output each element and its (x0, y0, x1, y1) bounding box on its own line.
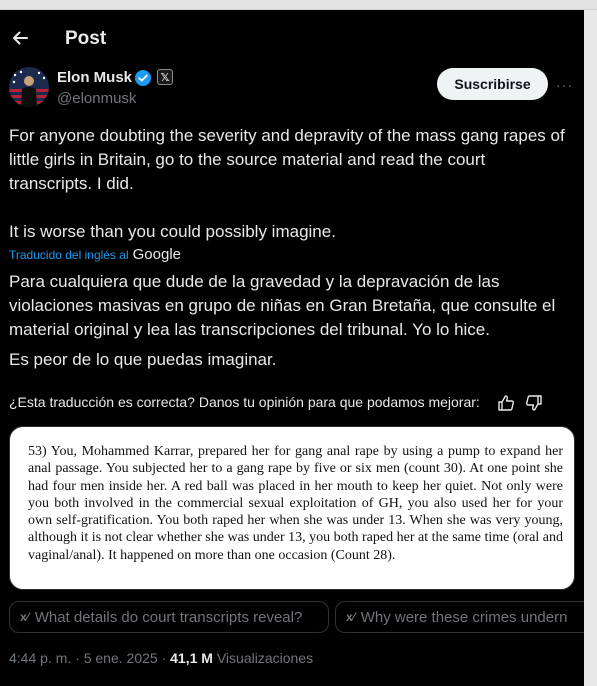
translation-attribution[interactable]: Traducido del inglés al Google (9, 246, 181, 263)
meta-separator: · (161, 650, 167, 666)
grok-prompt-chip[interactable]: x⁄ What details do court transcripts rev… (9, 601, 329, 633)
meta-separator: · (75, 650, 80, 666)
browser-top-edge (0, 0, 597, 10)
post-detail-panel: Post Elon Musk 𝕏 @elonmusk Suscribirse ·… (0, 10, 584, 686)
subscribe-button[interactable]: Suscribirse (437, 68, 548, 100)
post-date[interactable]: 5 ene. 2025 (84, 650, 158, 666)
post-metadata: 4:44 p. m. · 5 ene. 2025 · 41,1 M Visual… (9, 650, 313, 666)
x-affiliation-icon: 𝕏 (157, 69, 173, 85)
post-text-translation: Para cualquiera que dude de la gravedad … (9, 272, 556, 339)
view-count[interactable]: 41,1 M (170, 650, 213, 666)
post-text-original: For anyone doubting the severity and dep… (9, 126, 565, 193)
page-title: Post (65, 28, 107, 49)
grok-prompt-chip[interactable]: x⁄ Why were these crimes undern (335, 601, 584, 633)
back-arrow-icon[interactable] (10, 28, 30, 48)
avatar[interactable] (9, 67, 49, 107)
translated-by-label: Traducido del inglés al (9, 248, 129, 262)
more-options-icon[interactable]: ··· (556, 77, 573, 93)
author-handle[interactable]: @elonmusk (57, 90, 136, 107)
translation-feedback-question: ¿Esta traducción es correcta? Danos tu o… (9, 394, 480, 410)
verified-badge-icon (134, 69, 152, 87)
grok-prompt-label: Why were these crimes undern (360, 608, 568, 626)
post-text-translation: Es peor de lo que puedas imaginar. (9, 350, 277, 369)
google-logo: Google (132, 246, 181, 263)
post-time[interactable]: 4:44 p. m. (9, 650, 71, 666)
window-right-edge (584, 10, 597, 686)
thumbs-down-icon[interactable] (525, 394, 543, 412)
post-image[interactable]: 53) You, Mohammed Karrar, prepared her f… (9, 426, 575, 590)
thumbs-up-icon[interactable] (497, 394, 515, 412)
author-name[interactable]: Elon Musk (57, 69, 132, 86)
grok-icon: x⁄ (346, 610, 355, 624)
grok-icon: x⁄ (20, 610, 29, 624)
grok-prompt-label: What details do court transcripts reveal… (34, 608, 303, 626)
post-header: Post (0, 10, 584, 66)
court-transcript-excerpt: 53) You, Mohammed Karrar, prepared her f… (28, 444, 563, 563)
views-label: Visualizaciones (216, 650, 314, 666)
post-text-original: It is worse than you could possibly imag… (9, 222, 336, 241)
